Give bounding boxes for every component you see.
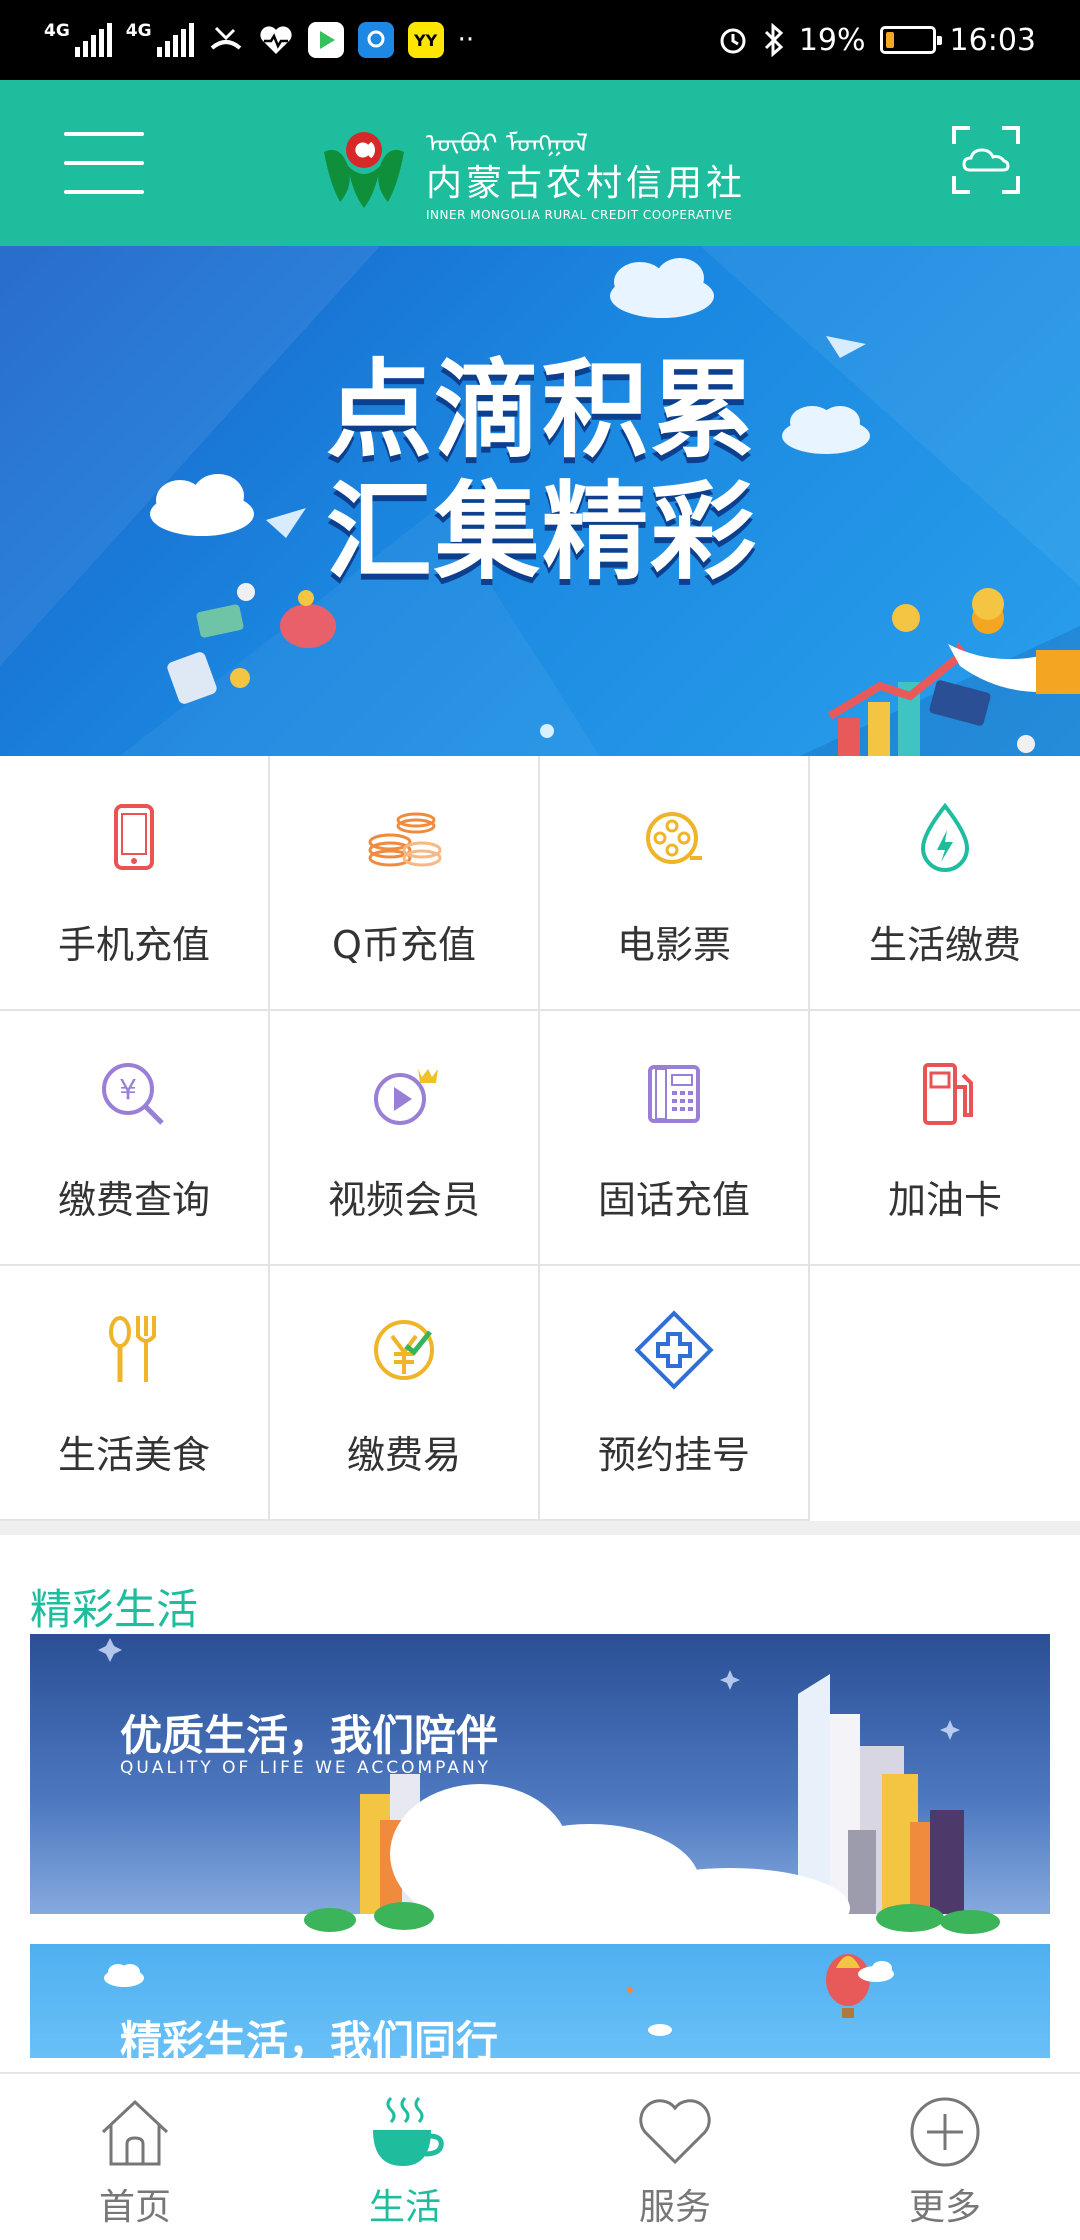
service-label: 生活缴费 — [868, 923, 1021, 967]
app-icon-yy: YY — [407, 22, 444, 58]
service-label: 预约挂号 — [597, 1433, 750, 1477]
water-drop-icon — [920, 802, 970, 872]
grid-empty-cell — [810, 1266, 1080, 1521]
bluetooth-icon — [764, 23, 784, 57]
coins-icon — [368, 812, 442, 867]
service-label: 加油卡 — [887, 1178, 1002, 1222]
signal-icon-2: 4G — [126, 23, 194, 57]
menu-line — [64, 161, 144, 165]
nav-home[interactable]: 首页 — [0, 2074, 270, 2240]
nav-label: 首页 — [98, 2187, 171, 2228]
nav-life[interactable]: 生活 — [270, 2074, 540, 2240]
logo-english-text: INNER MONGOLIA RURAL CREDIT COOPERATIVE — [426, 207, 733, 222]
service-landline-topup[interactable]: 固话充值 — [540, 1011, 810, 1266]
home-icon — [101, 2099, 169, 2166]
service-grid: 手机充值 Q币充值 电影票 生活缴费 ¥ 缴费查询 视频会员 固话充值 加油卡 … — [0, 756, 1080, 1521]
banner-title-line1: 点滴积累 — [326, 349, 758, 472]
section-title: 精彩生活 — [30, 1585, 199, 1634]
video-play-icon — [374, 1069, 438, 1125]
health-heart-icon — [259, 26, 292, 54]
service-label: 缴费易 — [346, 1433, 461, 1477]
missed-call-icon — [210, 26, 241, 50]
banner-page-indicator — [540, 724, 554, 738]
service-label: 电影票 — [616, 923, 731, 967]
clock: 16:03 — [949, 22, 1036, 58]
promo-banner[interactable]: 点滴积累 汇集精彩 — [0, 246, 1080, 756]
banner-title: 点滴积累 汇集精彩 — [326, 350, 758, 594]
fuel-pump-icon — [923, 1063, 973, 1125]
city-illustration — [30, 1638, 1050, 1934]
battery-icon — [879, 26, 942, 54]
promo-card-title: 优质生活，我们陪伴 — [120, 1711, 499, 1760]
nav-label: 更多 — [908, 2187, 981, 2228]
menu-button[interactable] — [64, 130, 144, 196]
svg-text:¥: ¥ — [119, 1073, 137, 1106]
logo-chinese-text: 内蒙古农村信用社 — [426, 163, 747, 204]
film-reel-icon — [646, 812, 702, 864]
service-fuel-card[interactable]: 加油卡 — [810, 1011, 1080, 1266]
network-type-1: 4G — [44, 21, 70, 41]
nav-label: 生活 — [368, 2187, 441, 2228]
service-hospital-appointment[interactable]: 预约挂号 — [540, 1266, 810, 1521]
service-label: Q币充值 — [332, 923, 476, 967]
service-qcoin-topup[interactable]: Q币充值 — [270, 756, 540, 1011]
coffee-cup-icon — [373, 2096, 444, 2166]
logo-text: ᠥᠪᠥᠷ ᠮᠣᠩᠭᠣᠯ 内蒙古农村信用社 INNER MONGOLIA RURA… — [426, 114, 746, 222]
app-icon-video — [307, 22, 344, 58]
status-bar: 4G 4G YY ·· 19% 16:03 — [0, 0, 1080, 80]
signal-icon-1: 4G — [44, 23, 112, 57]
status-right: 19% 16:03 — [717, 23, 1036, 58]
yuan-check-icon — [374, 1320, 434, 1380]
phone-icon — [114, 804, 154, 870]
service-food[interactable]: 生活美食 — [0, 1266, 270, 1521]
service-easy-payment[interactable]: 缴费易 — [270, 1266, 540, 1521]
service-movie-tickets[interactable]: 电影票 — [540, 756, 810, 1011]
logo-mongolian-text: ᠥᠪᠥᠷ ᠮᠣᠩᠭᠣᠯ — [426, 129, 588, 159]
yuan-search-icon: ¥ — [102, 1063, 164, 1125]
service-mobile-topup[interactable]: 手机充值 — [0, 756, 270, 1011]
menu-line — [64, 132, 144, 136]
section-divider — [0, 1521, 1080, 1535]
nav-label: 服务 — [638, 2187, 711, 2228]
menu-line — [64, 190, 144, 194]
bottom-navigation: 首页 生活 服务 更多 — [0, 2072, 1080, 2240]
heart-icon — [639, 2099, 711, 2165]
promo-card-title: 精彩生活，我们同行 — [120, 2017, 499, 2058]
bank-logo: ᠥᠪᠥᠷ ᠮᠣᠩᠭᠣᠯ 内蒙古农村信用社 INNER MONGOLIA RURA… — [318, 114, 746, 222]
app-icon-search — [357, 22, 394, 58]
spoon-fork-icon — [109, 1316, 156, 1382]
service-label: 手机充值 — [57, 923, 210, 967]
alarm-icon — [720, 28, 746, 54]
battery-percent: 19% — [798, 22, 866, 58]
nav-services[interactable]: 服务 — [540, 2074, 810, 2240]
more-notifications-icon: ·· — [457, 25, 475, 55]
banner-title-line2: 汇集精彩 — [326, 471, 758, 594]
promo-card-subtitle: QUALITY OF LIFE WE ACCOMPANY — [120, 1758, 492, 1778]
rural-credit-logo-icon — [324, 131, 404, 208]
service-label: 缴费查询 — [57, 1178, 210, 1222]
service-video-membership[interactable]: 视频会员 — [270, 1011, 540, 1266]
service-bill-query[interactable]: ¥ 缴费查询 — [0, 1011, 270, 1266]
promo-card-wonderful-life[interactable]: 精彩生活，我们同行 — [30, 1944, 1050, 2058]
landline-phone-icon — [648, 1065, 700, 1123]
plus-circle-icon — [910, 2097, 980, 2167]
scan-icon[interactable] — [950, 124, 1022, 196]
app-header: ᠥᠪᠥᠷ ᠮᠣᠩᠭᠣᠯ 内蒙古农村信用社 INNER MONGOLIA RURA… — [0, 80, 1080, 246]
promo-card-quality-life[interactable]: 优质生活，我们陪伴 QUALITY OF LIFE WE ACCOMPANY — [30, 1634, 1050, 1934]
network-type-2: 4G — [125, 21, 152, 41]
medical-cross-icon — [634, 1310, 714, 1390]
service-utility-bills[interactable]: 生活缴费 — [810, 756, 1080, 1011]
status-left: 4G 4G YY ·· — [44, 22, 474, 58]
nav-more[interactable]: 更多 — [810, 2074, 1080, 2240]
service-label: 生活美食 — [57, 1433, 210, 1477]
service-label: 固话充值 — [597, 1178, 750, 1222]
service-label: 视频会员 — [327, 1178, 480, 1222]
